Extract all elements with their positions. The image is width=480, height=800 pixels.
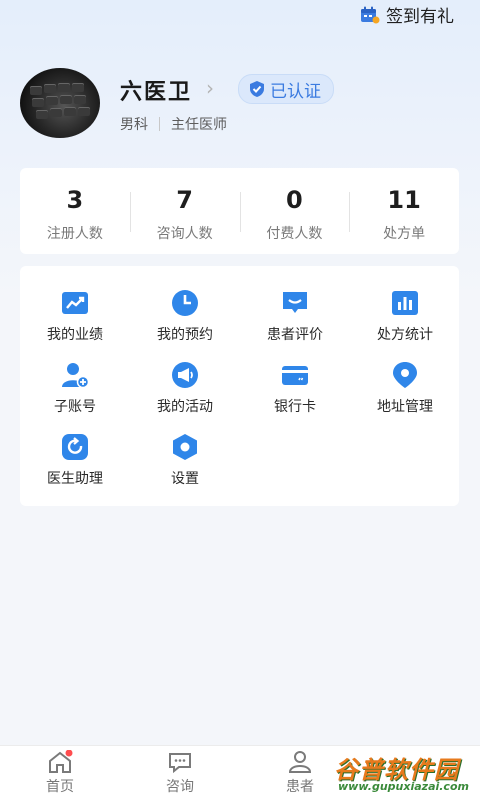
menu-label: 患者评价 xyxy=(267,327,323,343)
stat-consult[interactable]: 7 咨询人数 xyxy=(129,168,240,254)
stats-card: 3 注册人数 7 咨询人数 0 付费人数 11 处方单 xyxy=(20,168,459,254)
menu-sub-account[interactable]: 子账号 xyxy=(20,360,130,416)
doctor-name: 六医卫 xyxy=(120,80,193,105)
stat-registered[interactable]: 3 注册人数 xyxy=(20,168,130,254)
menu-my-performance[interactable]: 我的业绩 xyxy=(20,288,130,344)
stat-prescription[interactable]: 11 处方单 xyxy=(349,168,459,254)
menu-settings[interactable]: 设置 xyxy=(130,432,240,488)
tab-label: 首页 xyxy=(46,779,74,795)
menu-my-activities[interactable]: 我的活动 xyxy=(130,360,240,416)
site-watermark: 谷普软件园 www.gupuxiazai.com xyxy=(330,748,480,800)
menu-address-management[interactable]: 地址管理 xyxy=(350,360,460,416)
stat-paid[interactable]: 0 付费人数 xyxy=(239,168,350,254)
tab-consult[interactable]: 咨询 xyxy=(140,750,220,796)
avatar[interactable] xyxy=(20,68,100,138)
divider xyxy=(159,117,160,131)
menu-label: 我的预约 xyxy=(157,327,213,343)
stat-label: 付费人数 xyxy=(266,226,323,242)
tab-home[interactable]: 首页 xyxy=(20,750,100,796)
menu-label: 子账号 xyxy=(54,399,96,415)
stat-value: 3 xyxy=(66,186,84,214)
consult-icon xyxy=(169,753,191,774)
menu-label: 医生助理 xyxy=(47,471,103,487)
doctor-meta: 男科 主任医师 xyxy=(120,114,227,134)
trend-chart-icon xyxy=(62,292,88,314)
menu-label: 银行卡 xyxy=(274,399,316,415)
tab-patients[interactable]: 患者 xyxy=(260,750,340,796)
menu-patient-reviews[interactable]: 患者评价 xyxy=(240,288,350,344)
doctor-department: 男科 xyxy=(120,117,148,133)
patient-icon xyxy=(288,751,312,773)
menu-label: 我的活动 xyxy=(157,399,213,415)
menu-label: 我的业绩 xyxy=(47,327,103,343)
tab-label: 患者 xyxy=(286,779,314,795)
stat-value: 11 xyxy=(387,186,421,214)
settings-hexagon-icon xyxy=(173,434,197,460)
stat-label: 咨询人数 xyxy=(156,226,213,242)
sub-account-icon xyxy=(62,363,90,389)
home-icon xyxy=(49,750,73,773)
chevron-right-icon[interactable]: › xyxy=(206,76,214,100)
stat-value: 7 xyxy=(176,186,193,214)
menu-prescription-stats[interactable]: 处方统计 xyxy=(350,288,460,344)
chat-bubble-icon xyxy=(283,292,307,313)
verified-label: 已认证 xyxy=(270,81,321,102)
bank-card-icon xyxy=(282,366,308,385)
checkin-label: 签到有礼 xyxy=(386,7,454,27)
menu-my-appointments[interactable]: 我的预约 xyxy=(130,288,240,344)
shield-check-icon xyxy=(250,81,264,97)
menu-label: 地址管理 xyxy=(377,399,433,415)
menu-label: 设置 xyxy=(171,471,199,487)
megaphone-icon xyxy=(172,362,198,388)
function-menu: 我的业绩 我的预约 患者评价 处方统计 子账号 我的活动 银行卡 地址管理 医生… xyxy=(20,266,459,506)
clock-icon xyxy=(172,290,198,316)
location-pin-icon xyxy=(393,362,417,388)
refresh-assistant-icon xyxy=(62,434,88,460)
profile-header[interactable]: 六医卫 › 已认证 男科 主任医师 xyxy=(20,68,460,140)
tab-label: 咨询 xyxy=(166,779,194,795)
stat-label: 处方单 xyxy=(383,226,426,242)
bar-chart-icon xyxy=(392,291,418,315)
checkin-button[interactable]: 签到有礼 xyxy=(360,2,454,27)
watermark-url: www.gupuxiazai.com xyxy=(338,780,469,793)
stat-label: 注册人数 xyxy=(46,226,103,242)
doctor-title: 主任医师 xyxy=(171,117,227,133)
menu-bank-card[interactable]: 银行卡 xyxy=(240,360,350,416)
verified-badge: 已认证 xyxy=(238,74,334,104)
menu-label: 处方统计 xyxy=(377,327,433,343)
menu-doctor-assistant[interactable]: 医生助理 xyxy=(20,432,130,488)
stat-value: 0 xyxy=(286,186,303,214)
bottom-tab-bar: 首页 咨询 患者 谷普软件园 www.gupuxiazai.com xyxy=(0,745,480,800)
calendar-gift-icon xyxy=(361,6,380,23)
